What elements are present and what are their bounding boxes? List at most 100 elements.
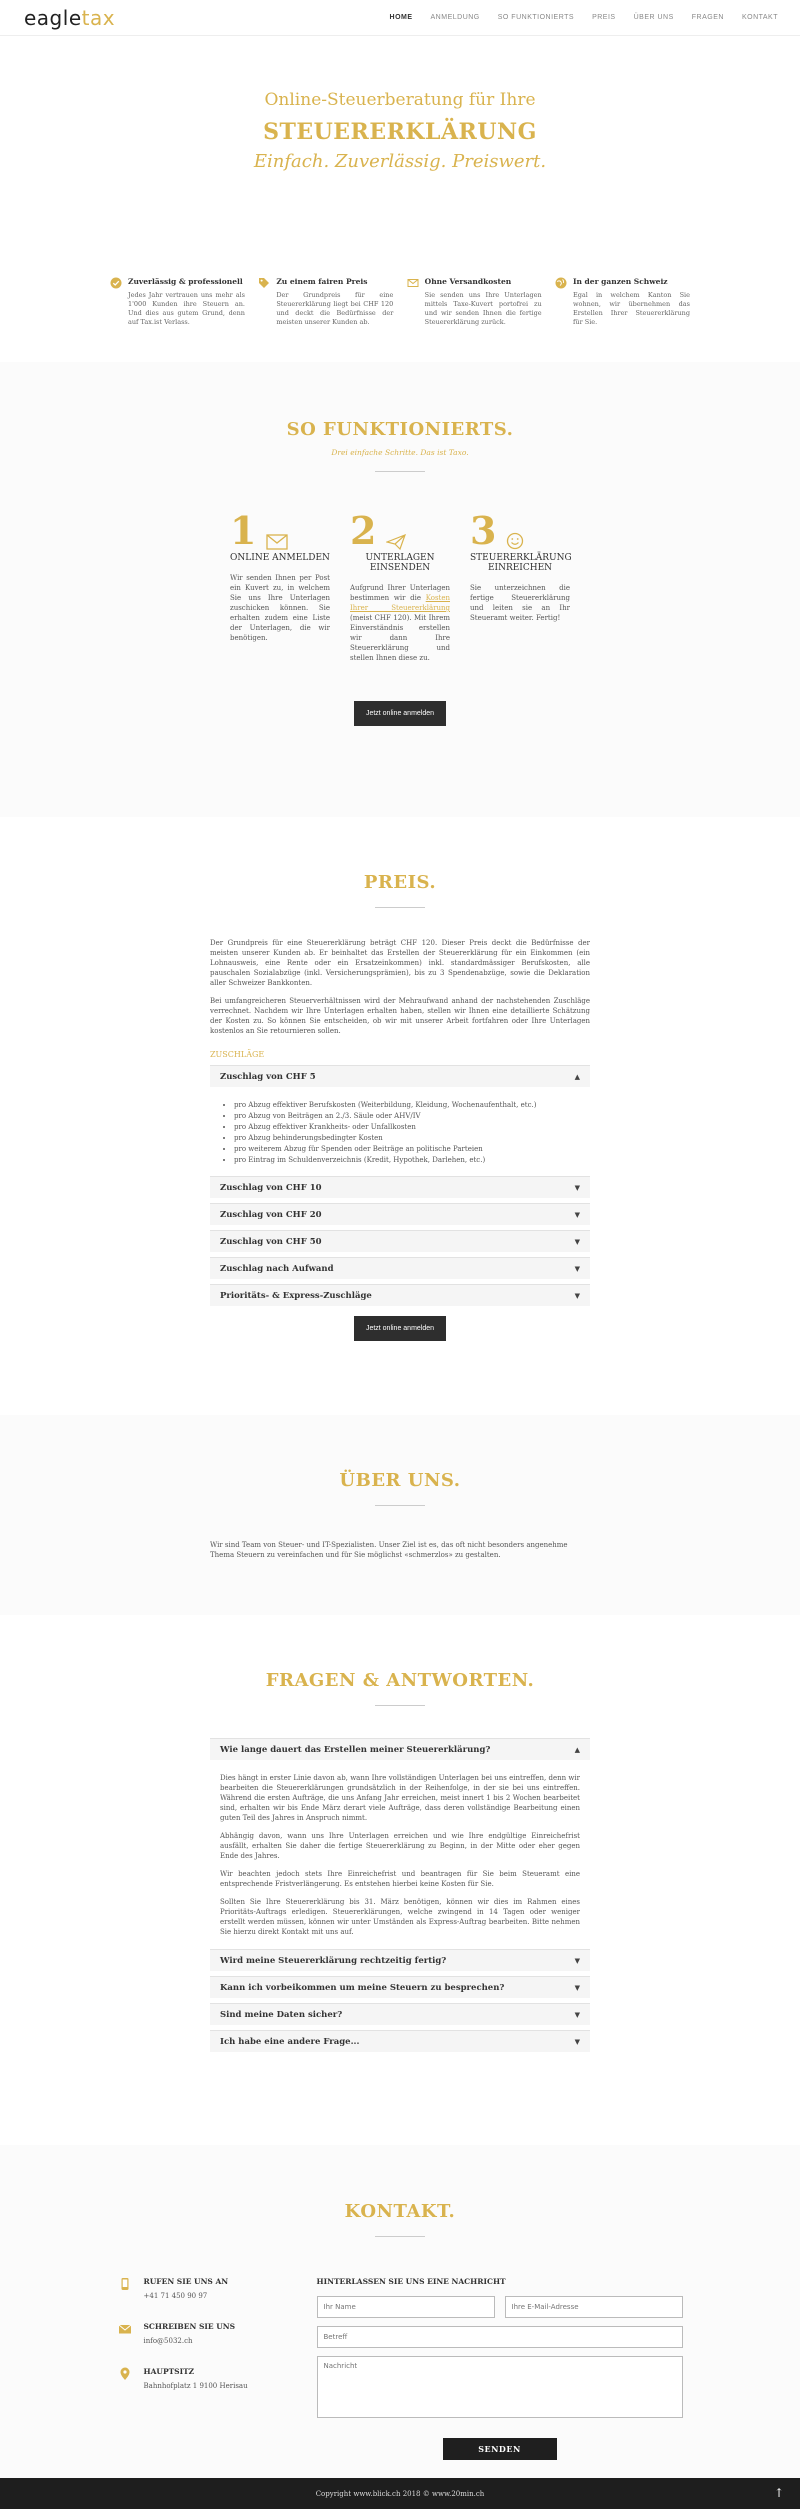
caret-down-icon: ▼ [574,2037,580,2046]
caret-up-icon: ▲ [574,1745,580,1754]
accordion-title: Zuschlag von CHF 5 [220,1071,316,1082]
step-3: 3 STEUERERKLÄRUNG EINREICHEN Sie unterze… [470,510,572,663]
globe-icon [555,277,567,289]
tag-icon [259,278,270,288]
accordion-header[interactable]: Kann ich vorbeikommen um meine Steuern z… [210,1976,590,1998]
signup-button[interactable]: Jetzt online anmelden [353,1316,447,1341]
section-title: KONTAKT. [344,2201,456,2222]
paper-plane-icon [386,534,407,550]
subject-input[interactable] [316,2326,683,2348]
faq-paragraph: Dies hängt in erster Linie davon ab, wan… [220,1774,580,1822]
step-title: STEUERERKLÄRUNG EINREICHEN [470,553,572,573]
signup-button[interactable]: Jetzt online anmelden [353,701,447,726]
features: Zuverlässig & professionell Jedes Jahr ve… [0,232,800,362]
logo[interactable]: eagletax [24,6,115,30]
send-button[interactable]: SENDEN [442,2438,557,2460]
steps: 1 ONLINE ANMELDEN Wir senden Ihnen per P… [0,510,800,663]
contact-item: SCHREIBEN SIE UNS info@5032.ch [118,2322,273,2345]
hero-line-3: Einfach. Zuverlässig. Preiswert. [253,151,547,172]
divider [375,471,425,472]
step-text: Sie unterzeichnen die fertige Steuererkl… [470,584,570,622]
accordion-title: Prioritäts- & Express-Zuschläge [220,1290,372,1301]
accordion-title: Ich habe eine andere Frage... [220,2036,360,2047]
nav-home[interactable]: HOME [390,14,413,21]
list-item: pro weiterem Abzug für Spenden oder Beit… [234,1144,576,1155]
check-circle-icon [110,277,122,289]
section-price: PREIS. Der Grundpreis für eine Steuererk… [0,817,800,1415]
accordion-header-open[interactable]: Zuschlag von CHF 5 ▲ [210,1065,590,1087]
caret-down-icon: ▼ [574,1183,580,1192]
caret-down-icon: ▼ [574,1237,580,1246]
caret-down-icon: ▼ [574,1983,580,1992]
nav-preis[interactable]: PREIS [592,14,616,21]
accordion-header[interactable]: Zuschlag von CHF 10 ▼ [210,1176,590,1198]
nav-fragen[interactable]: FRAGEN [692,14,724,21]
accordion-title: Wie lange dauert das Erstellen meiner St… [220,1744,491,1755]
list-item: pro Abzug effektiver Krankheits- oder Un… [234,1122,576,1133]
step-text: Wir senden Ihnen per Post ein Kuvert zu,… [230,574,330,642]
divider [375,2236,425,2237]
contact-form: HINTERLASSEN SIE UNS EINE NACHRICHT SEND… [316,2277,683,2460]
accordion-header-open[interactable]: Wie lange dauert das Erstellen meiner St… [210,1738,590,1760]
site-header: eagletax HOME ANMELDUNG SO FUNKTIONIERTS… [0,0,800,36]
feature-item: Zu einem fairen Preis Der Grundpreis für … [258,277,393,362]
envelope-icon [266,534,289,550]
contact-phone[interactable]: +41 71 450 90 97 [144,2292,229,2300]
section-title: PREIS. [363,872,437,893]
contact-item: HAUPTSITZ Bahnhofplatz 1 9100 Herisau [118,2367,273,2390]
feature-text: Sie senden uns Ihre Unterlagen mittels T… [424,291,542,326]
accordion-header[interactable]: Zuschlag von CHF 50 ▼ [210,1230,590,1252]
accordion-header[interactable]: Ich habe eine andere Frage... ▼ [210,2030,590,2052]
feature-text: Der Grundpreis für eine Steuererklärung … [276,291,394,326]
accordion-title: Zuschlag von CHF 10 [220,1182,322,1193]
accordion-header[interactable]: Prioritäts- & Express-Zuschläge ▼ [210,1284,590,1306]
feature-text: Egal in welchem Kanton Sie wohnen, wir ü… [572,291,690,326]
divider [375,1505,425,1506]
faq-paragraph: Sollten Sie Ihre Steuererklärung bis 31.… [220,1898,580,1936]
scroll-top-arrow-icon[interactable]: ↑ [774,2486,784,2500]
site-footer: Copyright www.blick.ch 2018 © www.20min.… [0,2478,800,2509]
nav-kontakt[interactable]: KONTAKT [742,14,778,21]
caret-down-icon: ▼ [574,2010,580,2019]
feature-title: Ohne Versandkosten [424,277,512,286]
accordion-header[interactable]: Zuschlag von CHF 20 ▼ [210,1203,590,1225]
email-input[interactable] [504,2296,683,2318]
divider [375,907,425,908]
list-item: pro Eintrag im Schuldenverzeichnis (Kred… [234,1155,576,1166]
name-input[interactable] [316,2296,495,2318]
caret-down-icon: ▼ [574,1210,580,1219]
feature-title: In der ganzen Schweiz [572,277,668,286]
accordion-header[interactable]: Sind meine Daten sicher? ▼ [210,2003,590,2025]
nav-so-funktionierts[interactable]: SO FUNKTIONIERTS [498,14,574,21]
caret-down-icon: ▼ [574,1291,580,1300]
nav-anmeldung[interactable]: ANMELDUNG [431,14,480,21]
section-subtitle: Drei einfache Schritte. Das ist Taxo. [331,448,469,457]
feature-title: Zu einem fairen Preis [276,277,368,286]
step-text-part: (meist CHF 120). Mit Ihrem Einverständni… [350,614,450,662]
contact-email[interactable]: info@5032.ch [144,2337,236,2345]
accordion-header[interactable]: Zuschlag nach Aufwand ▼ [210,1257,590,1279]
list-item: pro Abzug behinderungsbedingter Kosten [234,1133,576,1144]
faq-paragraph: Wir beachten jedoch stets Ihre Einreiche… [220,1870,580,1888]
hero-line-1: Online-Steuerberatung für Ihre [264,90,536,110]
accordion-header[interactable]: Wird meine Steuererklärung rechtzeitig f… [210,1949,590,1971]
envelope-icon [407,279,419,287]
feature-text: Jedes Jahr vertrauen uns mehr als 1'000 … [128,291,245,326]
nav-ueber-uns[interactable]: ÜBER UNS [634,14,674,21]
feature-item: In der ganzen Schweiz Egal in welchem Kan… [555,277,690,362]
contact-address: Bahnhofplatz 1 9100 Herisau [143,2382,248,2390]
main-nav: HOME ANMELDUNG SO FUNKTIONIERTS PREIS ÜB… [390,14,778,21]
accordion-title: Zuschlag von CHF 50 [220,1236,322,1247]
step-1: 1 ONLINE ANMELDEN Wir senden Ihnen per P… [230,510,330,663]
accordion-body: pro Abzug effektiver Berufskosten (Weite… [210,1092,590,1176]
step-text: Aufgrund Ihrer Unterlagen bestimmen wir … [350,583,450,663]
logo-text: eagle [24,5,82,30]
accordion-title: Zuschlag nach Aufwand [220,1263,334,1274]
message-textarea[interactable] [316,2356,683,2418]
list-item: pro Abzug effektiver Berufskosten (Weite… [234,1100,576,1111]
section-faq: FRAGEN & ANTWORTEN. Wie lange dauert das… [0,1615,800,2145]
caret-down-icon: ▼ [574,1264,580,1273]
logo-accent: tax [81,5,116,30]
surcharges-label: ZUSCHLÄGE [210,1050,265,1059]
price-paragraph: Der Grundpreis für eine Steuererklärung … [210,939,590,987]
